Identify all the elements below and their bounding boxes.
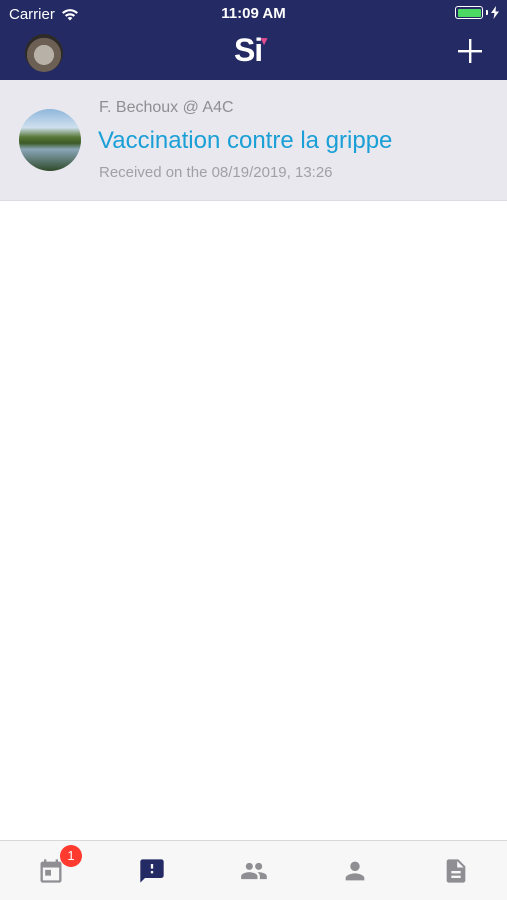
status-time: 11:09 AM — [221, 5, 286, 22]
tab-bar: 1 — [0, 840, 507, 900]
tab-groups[interactable] — [203, 841, 304, 900]
battery-icon — [455, 6, 483, 19]
people-icon — [240, 862, 267, 879]
app-header: Carrier 11:09 AM Si▼ — [0, 0, 507, 80]
sender-avatar — [19, 109, 81, 171]
app-logo: Si▼ — [0, 32, 507, 69]
person-icon — [345, 861, 365, 880]
message-alert-icon — [140, 858, 164, 883]
nav-bar: Si▼ — [0, 30, 507, 78]
message-received-date: Received on the 08/19/2019, 13:26 — [99, 164, 333, 181]
battery-indicator — [455, 6, 499, 19]
status-bar: Carrier 11:09 AM — [0, 0, 507, 28]
calendar-badge: 1 — [60, 845, 82, 867]
message-sender: F. Bechoux @ A4C — [99, 99, 234, 116]
message-subject: Vaccination contre la grippe — [98, 127, 393, 154]
app-screen: Carrier 11:09 AM Si▼ F. Bechoux @ A4C Va… — [0, 0, 507, 900]
message-list-item[interactable]: F. Bechoux @ A4C Vaccination contre la g… — [0, 80, 507, 201]
tab-documents[interactable] — [406, 841, 507, 900]
document-icon — [446, 858, 466, 883]
add-button[interactable] — [455, 36, 485, 66]
tab-calendar[interactable]: 1 — [0, 841, 101, 900]
charging-bolt-icon — [491, 6, 499, 19]
tab-alerts[interactable] — [101, 841, 202, 900]
tab-profile[interactable] — [304, 841, 405, 900]
logo-accent-icon: ▼ — [258, 34, 270, 48]
